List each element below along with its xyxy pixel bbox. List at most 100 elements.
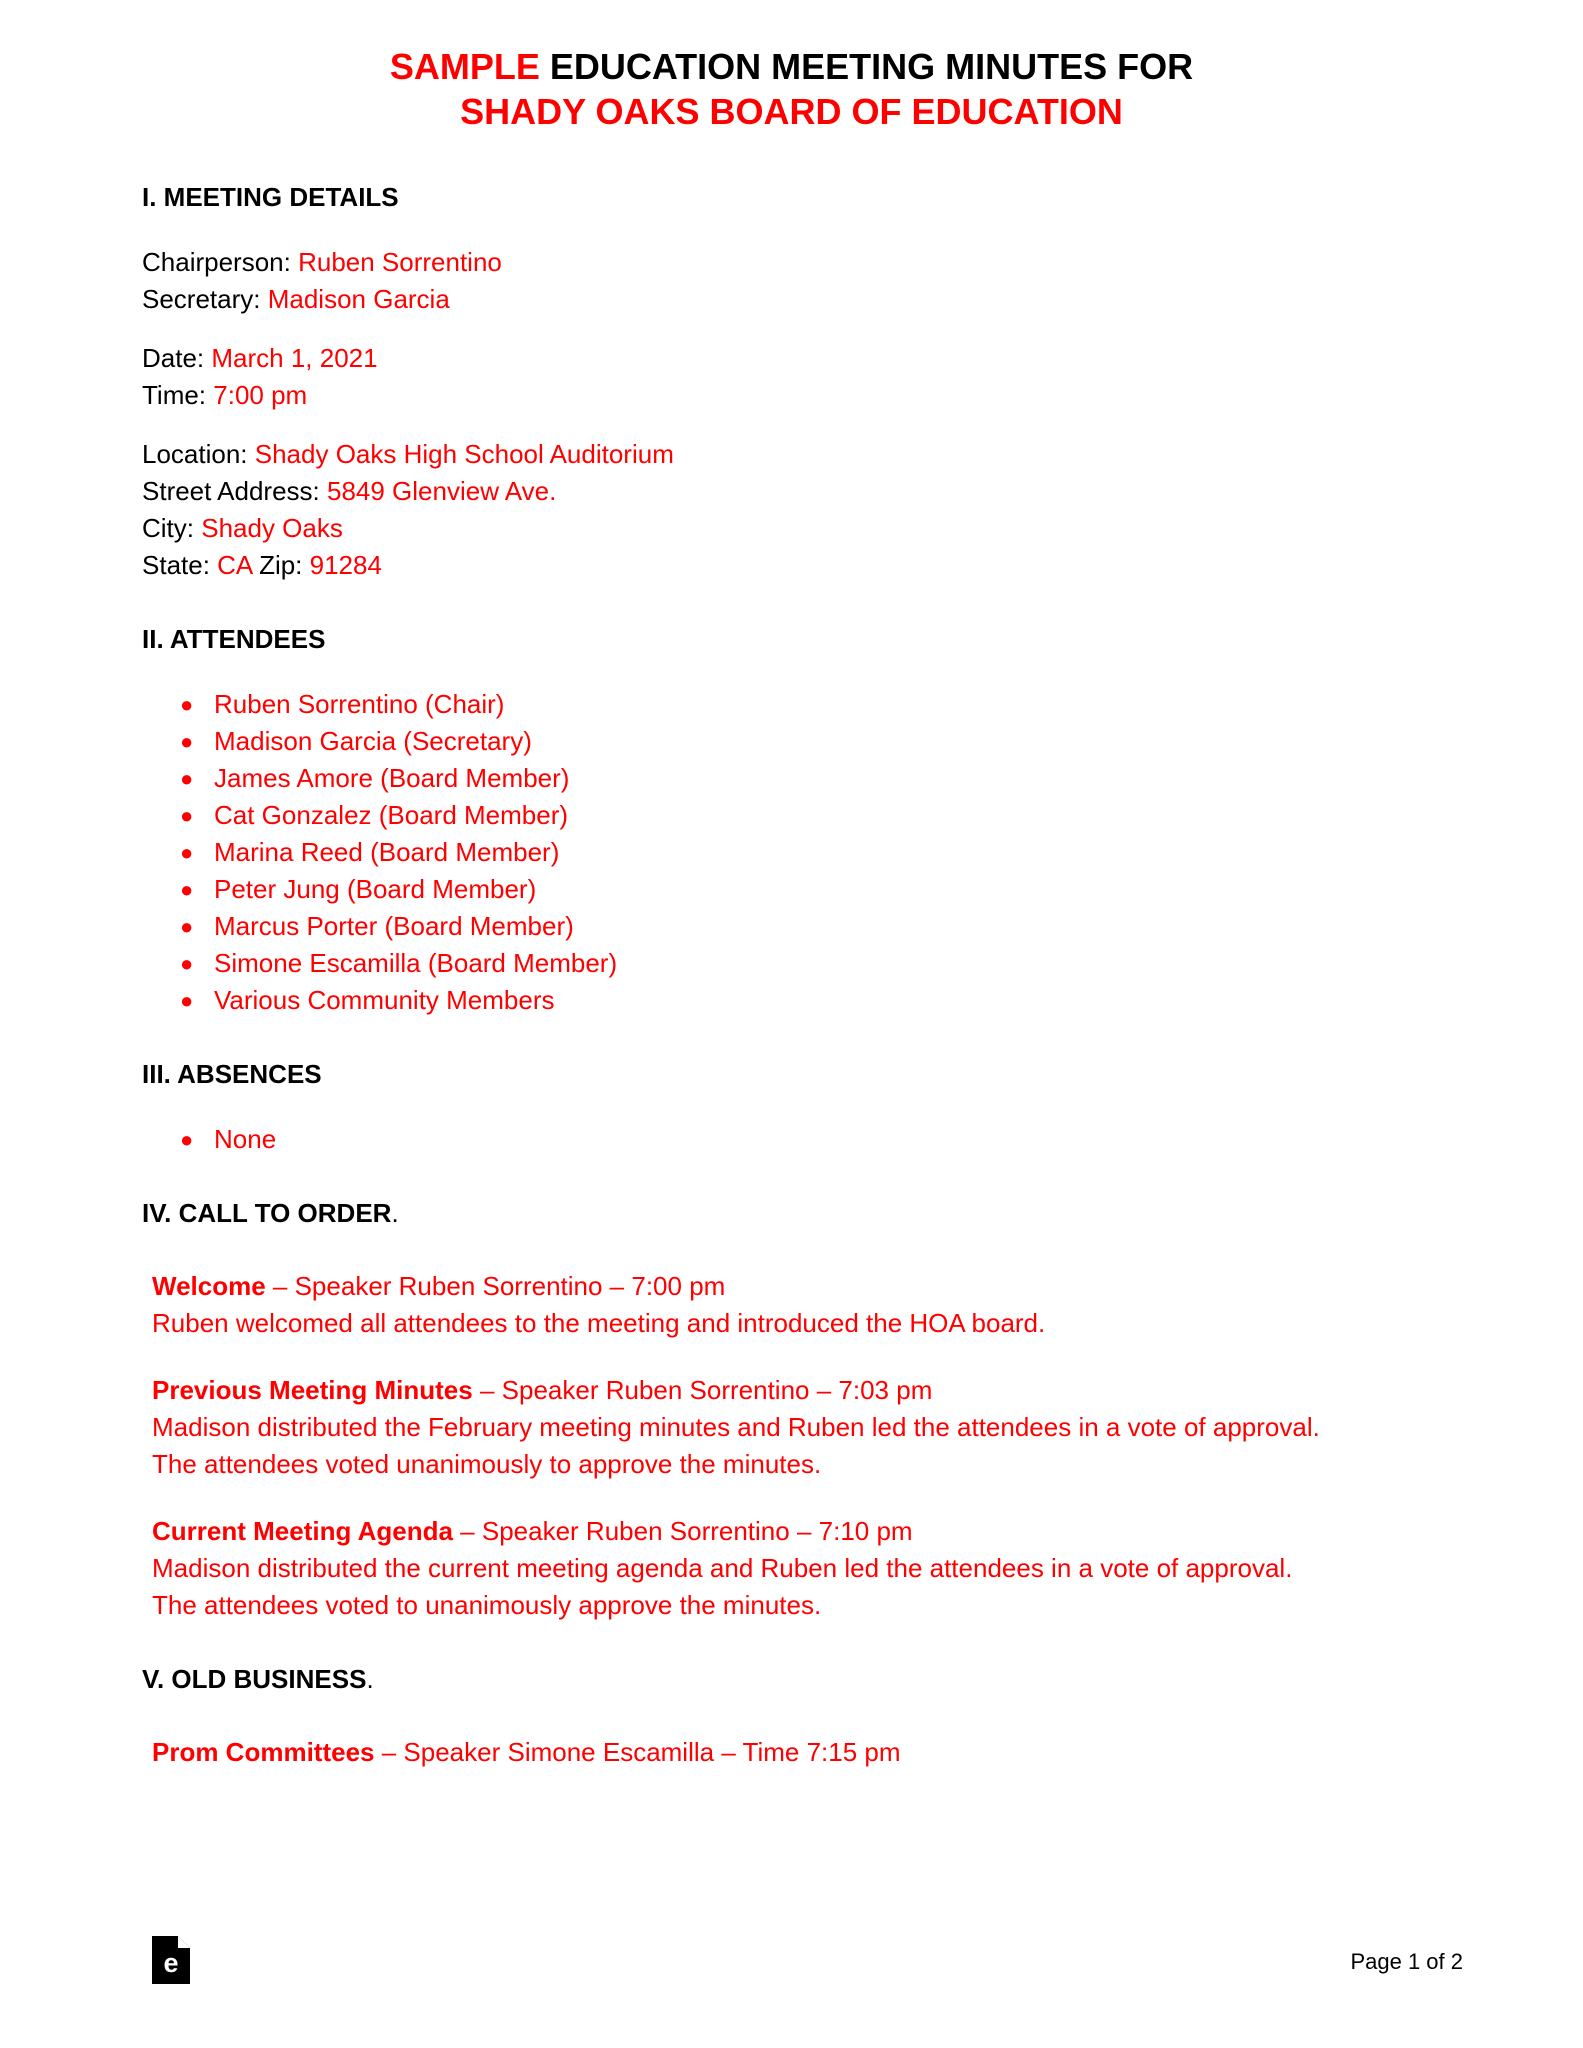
date-line: Date: March 1, 2021 (142, 340, 1463, 377)
agenda-item-prom-committees: Prom Committees – Speaker Simone Escamil… (142, 1734, 1332, 1771)
meeting-place-block: Location: Shady Oaks High School Auditor… (142, 436, 1463, 584)
attendee-name: Peter Jung (Board Member) (214, 874, 537, 904)
secretary-label: Secretary: (142, 284, 268, 314)
meeting-people-block: Chairperson: Ruben Sorrentino Secretary:… (142, 244, 1463, 318)
title-line-2: SHADY OAKS BOARD OF EDUCATION (460, 91, 1123, 132)
title-line-1-rest: EDUCATION MEETING MINUTES FOR (539, 46, 1194, 87)
section-heading-call-to-order-text: IV. CALL TO ORDER (142, 1198, 392, 1228)
svg-text:e: e (163, 1948, 178, 1978)
location-value: Shady Oaks High School Auditorium (254, 439, 674, 469)
bullet-icon: ● (180, 692, 194, 717)
state-zip-line: State: CA Zip: 91284 (142, 547, 1463, 584)
list-item: ● James Amore (Board Member) (142, 760, 1463, 797)
secretary-value: Madison Garcia (267, 284, 450, 314)
time-line: Time: 7:00 pm (142, 377, 1463, 414)
state-label: State: (142, 550, 218, 580)
list-item: ● Simone Escamilla (Board Member) (142, 945, 1463, 982)
agenda-item-speaker-time: – Speaker Ruben Sorrentino – 7:03 pm (472, 1375, 933, 1405)
bullet-icon: ● (180, 988, 194, 1013)
section-heading-call-to-order-period: . (391, 1198, 399, 1228)
list-item: ● Peter Jung (Board Member) (142, 871, 1463, 908)
attendee-name: Madison Garcia (Secretary) (214, 726, 532, 756)
bullet-icon: ● (180, 766, 194, 791)
meeting-when-block: Date: March 1, 2021 Time: 7:00 pm (142, 340, 1463, 414)
attendee-name: James Amore (Board Member) (214, 763, 570, 793)
bullet-icon: ● (180, 1127, 194, 1152)
section-heading-old-business-text: V. OLD BUSINESS (142, 1664, 367, 1694)
zip-value: 91284 (309, 550, 382, 580)
section-heading-meeting-details: I. MEETING DETAILS (142, 182, 399, 212)
title-sample-word: SAMPLE (389, 46, 540, 87)
section-heading-attendees: II. ATTENDEES (142, 624, 326, 654)
document-body: I. MEETING DETAILS Chairperson: Ruben So… (0, 180, 1583, 1771)
bullet-icon: ● (180, 877, 194, 902)
city-line: City: Shady Oaks (142, 510, 1463, 547)
list-item: ● Various Community Members (142, 982, 1463, 1019)
agenda-item-title: Prom Committees (152, 1737, 375, 1767)
attendee-name: Marcus Porter (Board Member) (214, 911, 574, 941)
document-page: SAMPLE EDUCATION MEETING MINUTES FOR SHA… (0, 0, 1583, 2048)
location-label: Location: (142, 439, 255, 469)
secretary-line: Secretary: Madison Garcia (142, 281, 1463, 318)
agenda-item-previous-meeting-minutes: Previous Meeting Minutes – Speaker Ruben… (142, 1372, 1332, 1483)
agenda-item-body: Madison distributed the February meeting… (152, 1412, 1320, 1479)
state-value: CA (217, 550, 252, 580)
attendee-name: Marina Reed (Board Member) (214, 837, 560, 867)
page-footer: e Page 1 of 2 (0, 1936, 1583, 2016)
chairperson-line: Chairperson: Ruben Sorrentino (142, 244, 1463, 281)
agenda-item-title: Welcome (152, 1271, 266, 1301)
chairperson-label: Chairperson: (142, 247, 299, 277)
page-number: Page 1 of 2 (1350, 1949, 1463, 1974)
bullet-icon: ● (180, 803, 194, 828)
section-heading-call-to-order: IV. CALL TO ORDER. (142, 1196, 1463, 1230)
agenda-item-speaker-time: – Speaker Simone Escamilla – Time 7:15 p… (374, 1737, 901, 1767)
absences-list: ● None (142, 1121, 1463, 1158)
list-item: ● Marcus Porter (Board Member) (142, 908, 1463, 945)
title-line-1: SAMPLE EDUCATION MEETING MINUTES FOR (0, 44, 1583, 89)
list-item: ● None (142, 1121, 1463, 1158)
city-value: Shady Oaks (201, 513, 343, 543)
list-item: ● Cat Gonzalez (Board Member) (142, 797, 1463, 834)
attendee-name: Ruben Sorrentino (Chair) (214, 689, 505, 719)
agenda-item-body: Madison distributed the current meeting … (152, 1553, 1293, 1620)
date-label: Date: (142, 343, 212, 373)
list-item: ● Madison Garcia (Secretary) (142, 723, 1463, 760)
bullet-icon: ● (180, 840, 194, 865)
bullet-icon: ● (180, 951, 194, 976)
agenda-item-welcome: Welcome – Speaker Ruben Sorrentino – 7:0… (142, 1268, 1332, 1342)
street-address-label: Street Address: (142, 476, 327, 506)
zip-label: Zip: (251, 550, 310, 580)
street-address-value: 5849 Glenview Ave. (326, 476, 557, 506)
date-value: March 1, 2021 (211, 343, 378, 373)
agenda-item-speaker-time: – Speaker Ruben Sorrentino – 7:00 pm (265, 1271, 726, 1301)
time-value: 7:00 pm (213, 380, 308, 410)
section-heading-old-business-period: . (366, 1664, 374, 1694)
attendees-list: ● Ruben Sorrentino (Chair) ● Madison Garci… (142, 686, 1463, 1019)
absence-name: None (214, 1124, 277, 1154)
attendee-name: Cat Gonzalez (Board Member) (214, 800, 569, 830)
attendee-name: Various Community Members (214, 985, 555, 1015)
chairperson-value: Ruben Sorrentino (298, 247, 502, 277)
agenda-item-title: Current Meeting Agenda (152, 1516, 453, 1546)
list-item: ● Marina Reed (Board Member) (142, 834, 1463, 871)
eforms-document-logo-icon: e (152, 1936, 190, 1984)
section-heading-old-business: V. OLD BUSINESS. (142, 1662, 1463, 1696)
street-address-line: Street Address: 5849 Glenview Ave. (142, 473, 1463, 510)
bullet-icon: ● (180, 914, 194, 939)
agenda-item-body: Ruben welcomed all attendees to the meet… (152, 1308, 1046, 1338)
agenda-item-speaker-time: – Speaker Ruben Sorrentino – 7:10 pm (452, 1516, 913, 1546)
attendee-name: Simone Escamilla (Board Member) (214, 948, 618, 978)
list-item: ● Ruben Sorrentino (Chair) (142, 686, 1463, 723)
